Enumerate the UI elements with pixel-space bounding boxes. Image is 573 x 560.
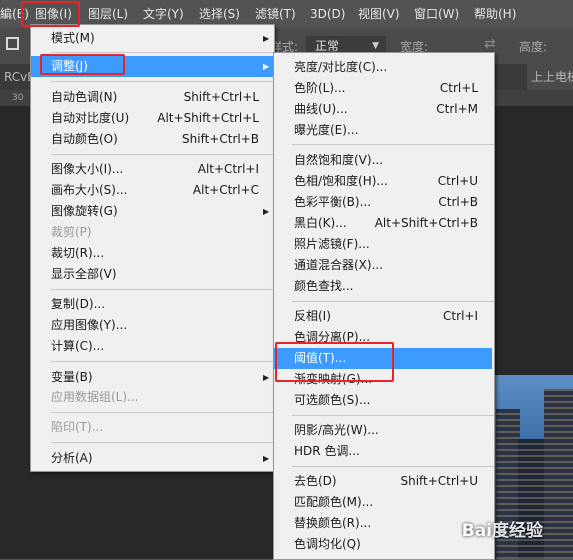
menu-item-color-balance[interactable]: 色彩平衡(B)... Ctrl+B bbox=[274, 192, 494, 213]
menu-item-image-rotation[interactable]: 图像旋转(G) ▶ bbox=[31, 201, 274, 222]
menu-item-adjustments[interactable]: 调整(J) ▶ bbox=[31, 56, 274, 77]
menu-item-canvas-size[interactable]: 画布大小(S)... Alt+Ctrl+C bbox=[31, 180, 274, 201]
menu-item-brightness-contrast[interactable]: 亮度/对比度(C)... bbox=[274, 57, 494, 78]
menu-item-calculations[interactable]: 计算(C)... bbox=[31, 336, 274, 357]
tab-document[interactable]: 上上电梯 bbox=[527, 64, 573, 90]
submenu-arrow-icon: ▶ bbox=[263, 62, 270, 71]
menu-item-auto-color[interactable]: 自动颜色(O) Shift+Ctrl+B bbox=[31, 129, 274, 150]
menu-item-channel-mixer[interactable]: 通道混合器(X)... bbox=[274, 255, 494, 276]
menu-edit[interactable]: 編(E) bbox=[0, 0, 29, 28]
menu-item-color-lookup[interactable]: 颜色查找... bbox=[274, 276, 494, 297]
menu-item-image-size[interactable]: 图像大小(I)... Alt+Ctrl+I bbox=[31, 159, 274, 180]
menu-item-threshold[interactable]: 阈值(T)... bbox=[274, 348, 492, 369]
ruler-tick: 30 bbox=[12, 93, 24, 103]
menu-item-hdr-toning[interactable]: HDR 色调... bbox=[274, 441, 494, 462]
menu-item-selective-color[interactable]: 可选颜色(S)... bbox=[274, 390, 494, 411]
menu-item-posterize[interactable]: 色调分离(P)... bbox=[274, 327, 494, 348]
menu-item-black-white[interactable]: 黑白(K)... Alt+Shift+Ctrl+B bbox=[274, 213, 494, 234]
menu-item-apply-image[interactable]: 应用图像(Y)... bbox=[31, 315, 274, 336]
submenu-arrow-icon: ▶ bbox=[263, 34, 270, 43]
submenu-arrow-icon: ▶ bbox=[263, 207, 270, 216]
menu-item-auto-tone[interactable]: 自动色调(N) Shift+Ctrl+L bbox=[31, 87, 274, 108]
menu-window[interactable]: 窗口(W) bbox=[414, 0, 459, 28]
swap-icon[interactable]: ⇄ bbox=[484, 36, 496, 52]
height-label: 高度: bbox=[519, 40, 548, 54]
menu-item-reveal-all[interactable]: 显示全部(V) bbox=[31, 264, 274, 285]
image-menu: 模式(M) ▶ 调整(J) ▶ 自动色调(N) Shift+Ctrl+L 自动对… bbox=[30, 24, 275, 472]
menu-item-photo-filter[interactable]: 照片滤镜(F)... bbox=[274, 234, 494, 255]
submenu-arrow-icon: ▶ bbox=[263, 454, 270, 463]
menu-item-levels[interactable]: 色阶(L)... Ctrl+L bbox=[274, 78, 494, 99]
menu-item-invert[interactable]: 反相(I) Ctrl+I bbox=[274, 306, 494, 327]
menu-item-mode[interactable]: 模式(M) ▶ bbox=[31, 28, 274, 49]
menu-item-apply-data-set: 应用数据组(L)... bbox=[51, 390, 139, 404]
marquee-tool-icon[interactable] bbox=[6, 37, 19, 50]
menu-item-desaturate[interactable]: 去色(D) Shift+Ctrl+U bbox=[274, 471, 494, 492]
submenu-arrow-icon: ▶ bbox=[263, 373, 270, 382]
menu-item-trim[interactable]: 裁切(R)... bbox=[31, 243, 274, 264]
menu-item-hue-saturation[interactable]: 色相/饱和度(H)... Ctrl+U bbox=[274, 171, 494, 192]
menu-item-shadows-highlights[interactable]: 阴影/高光(W)... bbox=[274, 420, 494, 441]
menu-item-curves[interactable]: 曲线(U)... Ctrl+M bbox=[274, 99, 494, 120]
menu-item-gradient-map[interactable]: 渐变映射(G)... bbox=[274, 369, 494, 390]
menu-item-match-color[interactable]: 匹配颜色(M)... bbox=[274, 492, 494, 513]
watermark-logo: Bai度经验 bbox=[461, 521, 543, 541]
menu-item-duplicate[interactable]: 复制(D)... bbox=[31, 294, 274, 315]
menu-3d[interactable]: 3D(D) bbox=[310, 0, 345, 28]
menu-help[interactable]: 帮助(H) bbox=[474, 0, 516, 28]
menu-item-variables[interactable]: 变量(B) ▶ bbox=[31, 367, 274, 388]
style-value: 正常 bbox=[315, 39, 340, 53]
menu-item-vibrance[interactable]: 自然饱和度(V)... bbox=[274, 150, 494, 171]
menu-item-trap: 陷印(T)... bbox=[51, 420, 104, 434]
menu-view[interactable]: 视图(V) bbox=[358, 0, 400, 28]
adjustments-submenu: 亮度/对比度(C)... 色阶(L)... Ctrl+L 曲线(U)... Ct… bbox=[273, 52, 495, 560]
menu-item-exposure[interactable]: 曝光度(E)... bbox=[274, 120, 494, 141]
menu-item-analysis[interactable]: 分析(A) ▶ bbox=[31, 448, 274, 469]
menu-item-crop: 裁剪(P) bbox=[51, 225, 92, 239]
menu-item-auto-contrast[interactable]: 自动对比度(U) Alt+Shift+Ctrl+L bbox=[31, 108, 274, 129]
